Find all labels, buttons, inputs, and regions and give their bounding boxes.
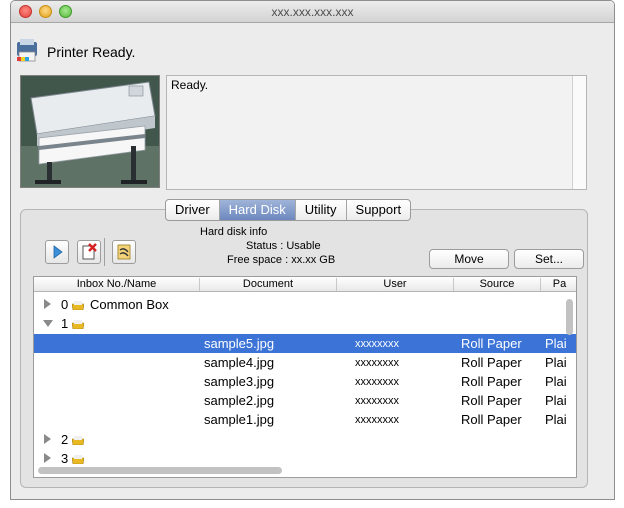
disclosure-triangle-icon[interactable] [44,299,51,309]
job-document: sample5.jpg [204,336,275,351]
inbox-folder-icon [72,301,84,310]
printer-image [20,75,160,188]
job-row[interactable]: sample1.jpg xxxxxxxx Roll Paper Plai [34,410,576,429]
tab-hard-disk[interactable]: Hard Disk [219,200,296,220]
inbox-number: 3 [61,451,69,466]
delete-job-button[interactable] [77,240,101,264]
disclosure-triangle-icon[interactable] [44,453,51,463]
delete-job-icon [82,243,97,260]
inbox-number: 0 [61,297,69,312]
clear-history-icon [117,244,131,260]
job-user: xxxxxxxx [355,338,399,350]
job-paper: Plai [545,393,567,408]
status-message-area: Ready. [166,75,587,190]
inbox-row[interactable]: 1 [34,314,576,333]
tab-support[interactable]: Support [347,200,411,220]
job-row[interactable]: sample5.jpg xxxxxxxx Roll Paper Plai [34,334,576,353]
inbox-name: Common Box [90,297,169,312]
tab-utility[interactable]: Utility [296,200,347,220]
job-user: xxxxxxxx [355,395,399,407]
list-header: Inbox No./Name Document User Source Pa [34,277,576,292]
column-header-source[interactable]: Source [454,278,541,291]
column-header-paper[interactable]: Pa [541,278,576,291]
job-paper: Plai [545,374,567,389]
job-user: xxxxxxxx [355,376,399,388]
inbox-row[interactable]: 3 [34,449,576,468]
job-source: Roll Paper [461,393,522,408]
tab-bar: Driver Hard Disk Utility Support [165,199,412,221]
message-scrollbar[interactable] [572,76,586,189]
job-document: sample4.jpg [204,355,275,370]
column-header-user[interactable]: User [337,278,454,291]
status-title: Printer Ready. [47,44,136,60]
inbox-folder-icon [72,320,84,329]
job-document: sample3.jpg [204,374,275,389]
inbox-folder-icon [72,436,84,445]
job-source: Roll Paper [461,412,522,427]
job-list[interactable]: Inbox No./Name Document User Source Pa 0… [33,276,577,478]
inbox-number: 1 [61,316,69,331]
job-paper: Plai [545,336,567,351]
printer-status-icon [17,39,37,62]
play-icon [53,245,63,259]
disclosure-triangle-icon[interactable] [43,320,53,327]
tab-driver[interactable]: Driver [166,200,220,220]
job-source: Roll Paper [461,374,522,389]
window-title: xxx.xxx.xxx.xxx [271,5,354,19]
inbox-number: 2 [61,432,69,447]
job-user: xxxxxxxx [355,357,399,369]
job-document: sample2.jpg [204,393,275,408]
inbox-row[interactable]: 0 Common Box [34,295,576,314]
job-row[interactable]: sample4.jpg xxxxxxxx Roll Paper Plai [34,353,576,372]
horizontal-scrollbar[interactable] [38,467,282,474]
job-document: sample1.jpg [204,412,275,427]
column-header-document[interactable]: Document [200,278,337,291]
job-row[interactable]: sample2.jpg xxxxxxxx Roll Paper Plai [34,391,576,410]
print-job-button[interactable] [45,240,69,264]
job-row[interactable]: sample3.jpg xxxxxxxx Roll Paper Plai [34,372,576,391]
hard-disk-status: Status : Usable [246,240,321,252]
job-source: Roll Paper [461,355,522,370]
clear-history-button[interactable] [112,240,136,264]
hard-disk-free-space: Free space : xx.xx GB [227,254,336,266]
toolbar-separator [104,238,105,266]
column-header-inbox[interactable]: Inbox No./Name [34,278,200,291]
inbox-folder-icon [72,455,84,464]
job-paper: Plai [545,355,567,370]
hard-disk-info-title: Hard disk info [200,226,268,238]
set-button[interactable]: Set... [514,249,584,269]
disclosure-triangle-icon[interactable] [44,434,51,444]
vertical-scrollbar[interactable] [566,299,573,335]
title-bar[interactable]: xxx.xxx.xxx.xxx [11,1,614,23]
job-user: xxxxxxxx [355,414,399,426]
job-paper: Plai [545,412,567,427]
status-message: Ready. [171,78,209,92]
inbox-row[interactable]: 2 [34,430,576,449]
move-button[interactable]: Move [429,249,509,269]
job-source: Roll Paper [461,336,522,351]
